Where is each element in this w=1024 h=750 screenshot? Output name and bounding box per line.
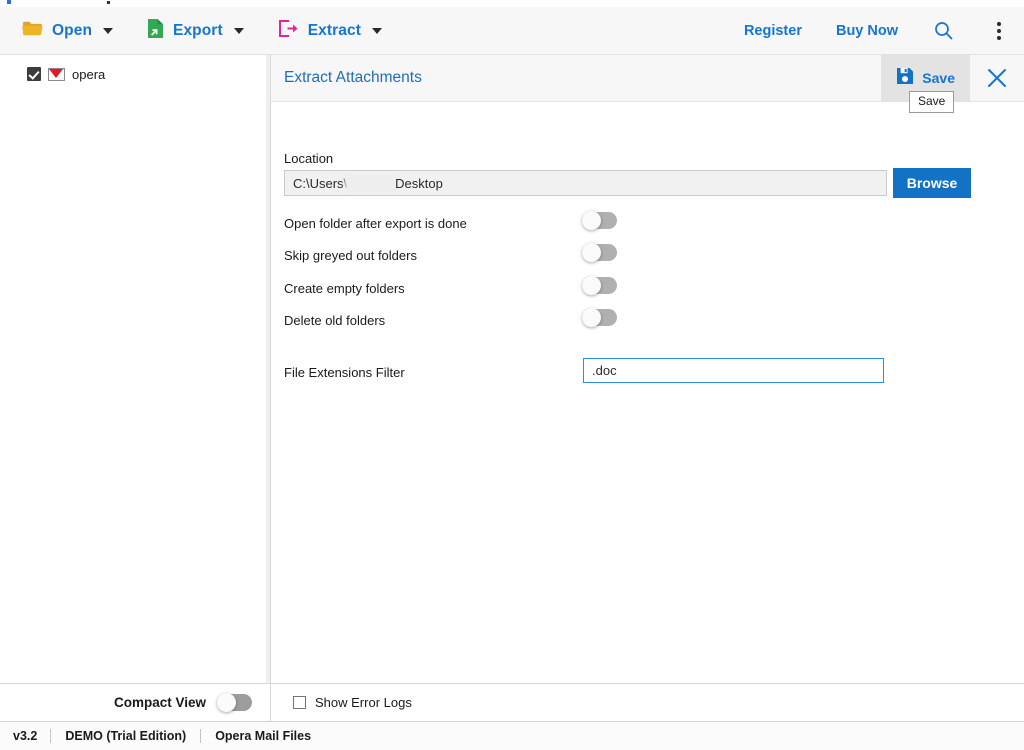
close-button[interactable] — [970, 55, 1024, 101]
status-edition: DEMO (Trial Edition) — [65, 729, 187, 743]
extract-form: Location C:\Users\ Desktop Browse Open fo… — [271, 102, 1024, 683]
toolbar-open-label: Open — [52, 21, 93, 39]
folder-tree-pane: opera Compact View — [0, 55, 271, 721]
folder-icon — [22, 20, 43, 42]
tree-pane-footer: Compact View — [0, 683, 270, 721]
kebab-menu-icon[interactable] — [988, 18, 1010, 44]
export-file-icon — [147, 18, 164, 44]
toggle-open-folder[interactable] — [582, 211, 617, 230]
search-icon[interactable] — [932, 18, 954, 44]
close-x-icon — [988, 69, 1006, 87]
toggle-knob — [582, 243, 601, 262]
scrollbar-thumb[interactable] — [266, 55, 270, 683]
toggle-delete-old[interactable] — [582, 308, 617, 327]
toggle-label-open-folder: Open folder after export is done — [284, 216, 467, 231]
redacted-username — [348, 176, 395, 190]
toolbar-right-group: Register Buy Now — [710, 18, 1010, 44]
toggle-knob — [217, 693, 236, 712]
compact-view-toggle[interactable] — [217, 693, 252, 712]
content-footer: Show Error Logs — [271, 683, 1024, 721]
show-error-logs-checkbox[interactable] — [293, 696, 306, 709]
toggle-knob — [582, 276, 601, 295]
tree-item-opera[interactable]: opera — [0, 62, 270, 86]
panel-header: Extract Attachments Save Save — [271, 55, 1024, 113]
mail-envelope-icon — [48, 67, 65, 81]
toggle-knob — [582, 211, 601, 230]
location-value-suffix: Desktop — [395, 175, 443, 191]
toolbar-export-label: Export — [173, 21, 223, 39]
chevron-down-icon[interactable] — [371, 27, 382, 34]
chrome-artifact-blue — [7, 0, 11, 4]
status-separator — [200, 729, 202, 743]
location-label: Location — [284, 151, 334, 166]
tree-item-label: opera — [72, 66, 106, 82]
application-window: Open Export Extract Register Buy Now ope… — [0, 0, 1024, 750]
tree-item-checkbox[interactable] — [27, 67, 41, 81]
show-error-logs-label: Show Error Logs — [315, 695, 412, 710]
buy-now-link[interactable]: Buy Now — [836, 23, 898, 39]
main-toolbar: Open Export Extract Register Buy Now — [0, 7, 1024, 55]
save-button-label: Save — [922, 70, 955, 86]
toggle-create-empty[interactable] — [582, 276, 617, 295]
toggle-skip-greyed[interactable] — [582, 243, 617, 262]
save-tooltip: Save — [909, 91, 955, 113]
toolbar-actions: Open Export Extract — [14, 14, 408, 48]
tree-vertical-scrollbar[interactable] — [266, 55, 270, 683]
location-value-prefix: C:\Users\ — [293, 175, 348, 191]
body-split: opera Compact View Extract Attachments S… — [0, 55, 1024, 721]
extract-arrow-icon — [278, 19, 299, 43]
chrome-artifact-dark — [107, 1, 110, 4]
compact-view-label: Compact View — [113, 695, 206, 710]
status-separator — [50, 729, 52, 743]
register-link[interactable]: Register — [744, 23, 802, 39]
floppy-disk-icon — [896, 67, 914, 90]
chevron-down-icon[interactable] — [103, 27, 114, 34]
window-chrome-sliver — [0, 0, 1024, 7]
page-title: Extract Attachments — [284, 69, 422, 86]
toolbar-extract-button[interactable]: Extract — [270, 15, 390, 47]
toggle-label-skip-greyed: Skip greyed out folders — [284, 248, 417, 263]
chevron-down-icon[interactable] — [233, 27, 244, 34]
toggle-label-delete-old: Delete old folders — [284, 313, 386, 328]
toolbar-extract-label: Extract — [307, 21, 361, 39]
extensions-filter-label: File Extensions Filter — [284, 365, 405, 380]
status-bar: v3.2 DEMO (Trial Edition) Opera Mail Fil… — [0, 721, 1024, 750]
toolbar-export-button[interactable]: Export — [139, 14, 252, 48]
status-version: v3.2 — [13, 729, 38, 743]
location-input[interactable]: C:\Users\ Desktop — [284, 170, 887, 196]
toggle-knob — [582, 308, 601, 327]
browse-button[interactable]: Browse — [893, 168, 971, 198]
folder-tree-list: opera — [0, 55, 270, 683]
extensions-filter-input[interactable]: .doc — [583, 358, 884, 383]
extract-attachments-pane: Extract Attachments Save Save Location C… — [271, 55, 1024, 721]
status-file-type: Opera Mail Files — [215, 729, 312, 743]
toolbar-open-button[interactable]: Open — [14, 16, 121, 46]
toggle-label-create-empty: Create empty folders — [284, 281, 405, 296]
